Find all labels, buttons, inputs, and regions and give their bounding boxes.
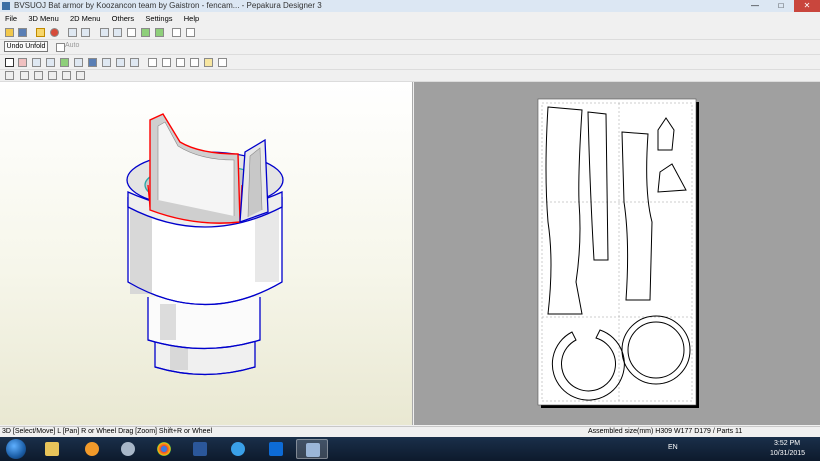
2d-view[interactable]	[414, 82, 820, 425]
save-icon[interactable]	[18, 28, 27, 37]
title-bar: BVSUOJ Bat armor by Koozancon team by Ga…	[0, 0, 820, 12]
internet-explorer-icon[interactable]	[222, 439, 254, 459]
tools-toolbar	[0, 56, 820, 70]
grid-icon[interactable]	[148, 58, 157, 67]
anchor-icon[interactable]	[127, 28, 136, 37]
2d-layout	[537, 98, 699, 408]
numbers-icon[interactable]	[176, 58, 185, 67]
mode-d-icon[interactable]	[62, 71, 71, 80]
close-button[interactable]: ✕	[794, 0, 820, 12]
gear-icon[interactable]	[112, 439, 144, 459]
join-icon[interactable]	[141, 28, 150, 37]
auto-checkbox[interactable]	[56, 43, 65, 52]
flap-icon[interactable]	[46, 58, 55, 67]
unfold-icon[interactable]	[36, 28, 45, 37]
explorer-icon[interactable]	[36, 439, 68, 459]
pepakura-icon[interactable]	[296, 439, 328, 459]
window-title: BVSUOJ Bat armor by Koozancon team by Ga…	[14, 1, 322, 10]
minimize-button[interactable]: —	[742, 0, 768, 12]
mode-c-icon[interactable]	[48, 71, 57, 80]
ruler-icon[interactable]	[5, 71, 14, 80]
window-dual-icon[interactable]	[186, 28, 195, 37]
page-icon[interactable]	[204, 58, 213, 67]
zoom-icon[interactable]	[162, 58, 171, 67]
select-move-icon[interactable]	[5, 58, 14, 67]
undo-unfold-button[interactable]: Undo Unfold	[4, 41, 48, 52]
3d-view[interactable]	[0, 82, 413, 425]
open-icon[interactable]	[5, 28, 14, 37]
auto-label: Auto	[65, 42, 80, 49]
unfold-toolbar: Undo Unfold Auto	[0, 40, 820, 55]
check-icon[interactable]	[60, 58, 69, 67]
lines-icon[interactable]	[190, 58, 199, 67]
arrange-icon[interactable]	[102, 58, 111, 67]
rotate-icon[interactable]	[32, 58, 41, 67]
edit-icon[interactable]	[100, 28, 109, 37]
status-size: Assembled size(mm) H309 W177 D179 / Part…	[588, 428, 743, 435]
status-hint: 3D [Select/Move] L [Pan] R or Wheel Drag…	[2, 428, 213, 435]
dropbox-icon[interactable]	[260, 439, 292, 459]
maximize-button[interactable]: □	[768, 0, 794, 12]
menu-bar: File 3D Menu 2D Menu Others Settings Hel…	[0, 13, 820, 24]
layout-icon[interactable]	[218, 58, 227, 67]
app-icon	[2, 2, 10, 10]
window-single-icon[interactable]	[172, 28, 181, 37]
taskbar: EN 3:52 PM 10/31/2015	[0, 437, 820, 461]
media-player-icon[interactable]	[76, 439, 108, 459]
clock-date[interactable]: 10/31/2015	[770, 450, 805, 457]
menu-settings[interactable]: Settings	[145, 13, 172, 24]
menu-file[interactable]: File	[5, 13, 17, 24]
menu-3d[interactable]: 3D Menu	[28, 13, 58, 24]
align-icon[interactable]	[116, 58, 125, 67]
start-button[interactable]	[6, 439, 26, 459]
status-bar: 3D [Select/Move] L [Pan] R or Wheel Drag…	[0, 426, 820, 437]
clock-time[interactable]: 3:52 PM	[774, 440, 800, 447]
mode-a-icon[interactable]	[20, 71, 29, 80]
print-icon[interactable]	[88, 58, 97, 67]
language-indicator[interactable]: EN	[668, 444, 678, 451]
menu-others[interactable]: Others	[112, 13, 135, 24]
magnet-icon[interactable]	[130, 58, 139, 67]
menu-2d[interactable]: 2D Menu	[70, 13, 100, 24]
chrome-icon[interactable]	[148, 439, 180, 459]
split-icon[interactable]	[155, 28, 164, 37]
undo-icon[interactable]	[68, 28, 77, 37]
texture-icon[interactable]	[50, 28, 59, 37]
mode-b-icon[interactable]	[34, 71, 43, 80]
redo-icon[interactable]	[81, 28, 90, 37]
mode-toolbar	[0, 70, 820, 82]
text-icon[interactable]	[74, 58, 83, 67]
word-icon[interactable]	[184, 439, 216, 459]
menu-help[interactable]: Help	[184, 13, 199, 24]
cut-icon[interactable]	[18, 58, 27, 67]
select-icon[interactable]	[113, 28, 122, 37]
3d-model	[126, 113, 284, 376]
main-toolbar	[0, 26, 820, 40]
mode-e-icon[interactable]	[76, 71, 85, 80]
